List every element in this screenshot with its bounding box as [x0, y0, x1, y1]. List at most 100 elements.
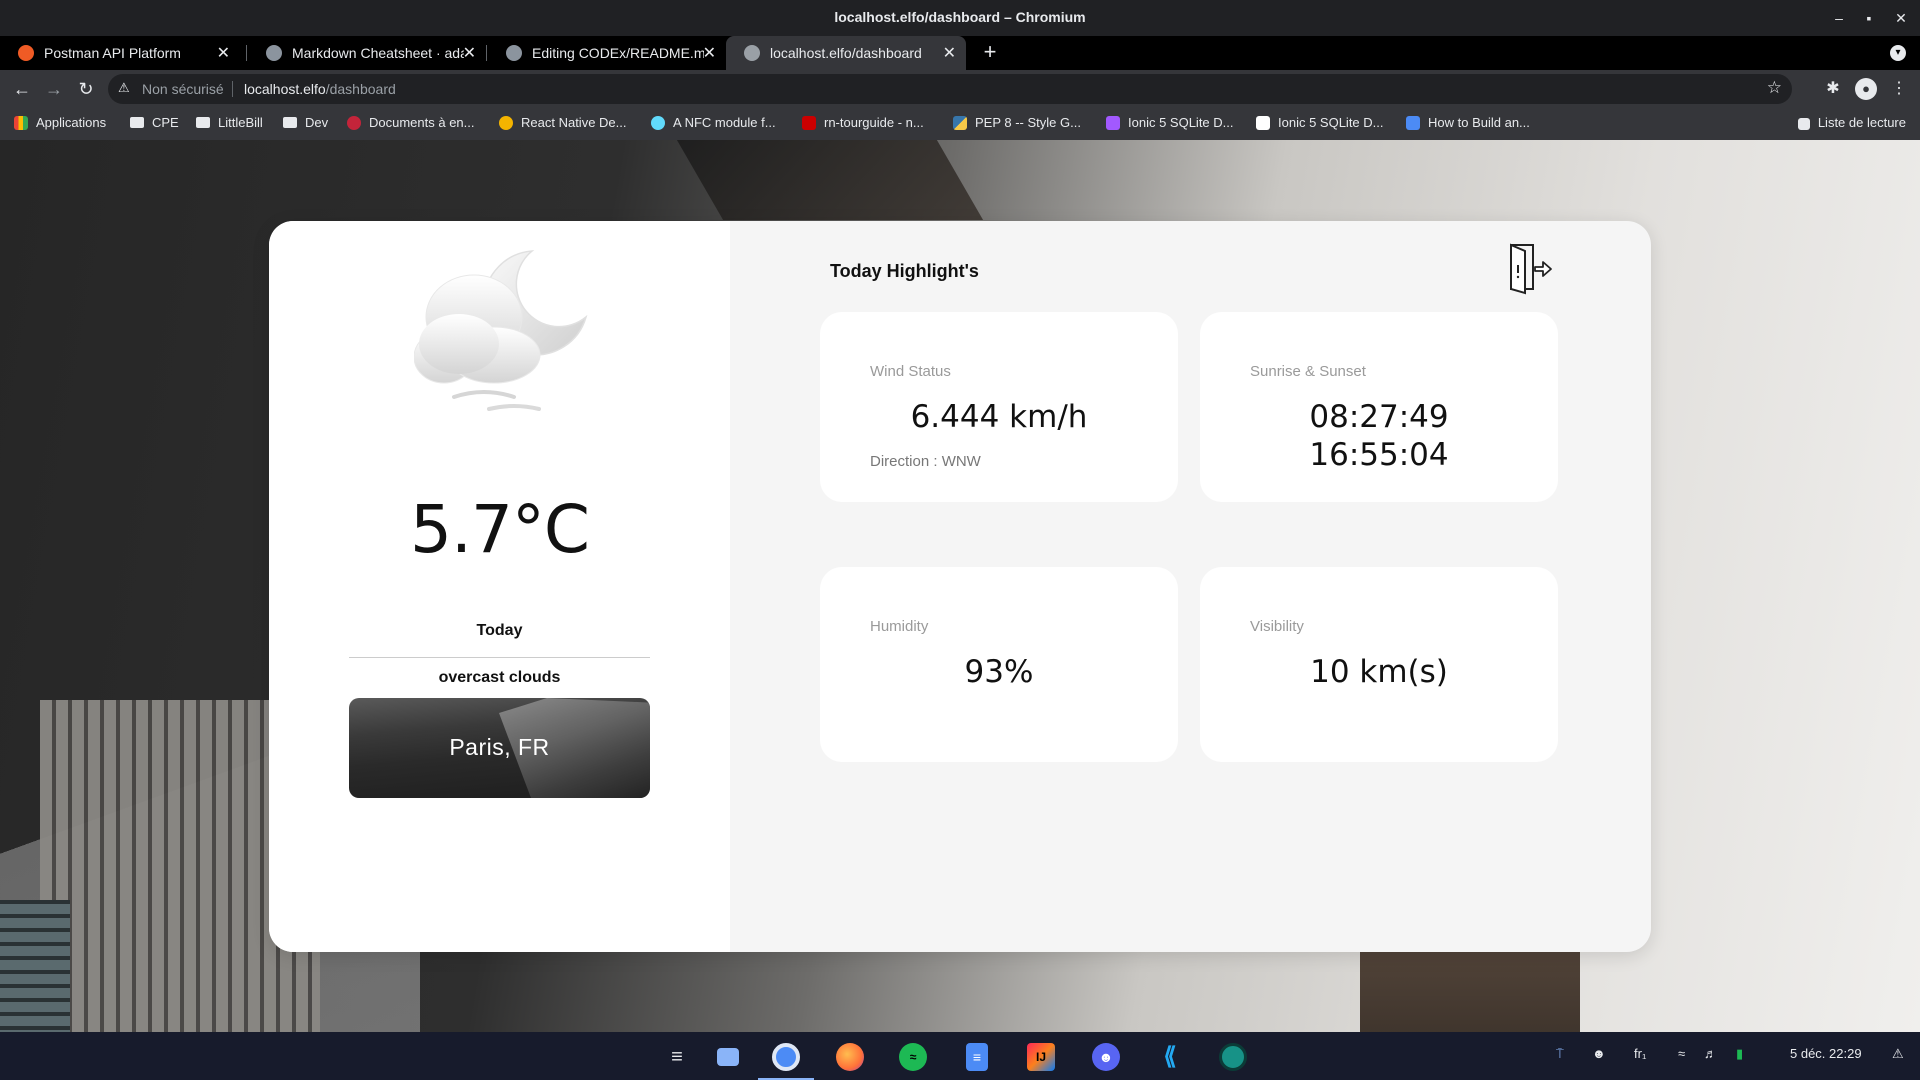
bookmark-pep8[interactable]: PEP 8 -- Style G...	[953, 108, 1081, 140]
apps-grid-icon	[14, 116, 28, 130]
browser-toolbar: ← → ↻ ⚠ Non sécurisé localhost.elfo/dash…	[0, 70, 1920, 108]
humidity-value: 93%	[964, 654, 1034, 690]
bookmark-applications[interactable]: Applications	[14, 108, 106, 140]
security-label[interactable]: Non sécurisé	[142, 81, 224, 97]
visibility-tile: Visibility 10 km(s)	[1200, 567, 1558, 762]
files-icon[interactable]	[717, 1048, 739, 1066]
notifications-icon[interactable]: ⚠	[1892, 1046, 1904, 1062]
bookmark-folder-dev[interactable]: Dev	[283, 108, 328, 140]
text-editor-icon[interactable]: ≡	[966, 1043, 988, 1071]
cloud-moon-icon	[414, 250, 588, 411]
taskbar: ≡ ≈ ≡ IJ ☻ ⟪ ⍑ ☻ fr₁ ≈ ♬ ▮ 5 déc. 22:29 …	[0, 1032, 1920, 1080]
reading-list-icon	[1797, 118, 1810, 130]
day-label: Today	[476, 622, 523, 639]
tab-label: localhost.elfo/dashboard	[770, 45, 922, 61]
menu-icon[interactable]: ⋮	[1888, 78, 1910, 100]
sunrise-sunset-label: Sunrise & Sunset	[1250, 363, 1366, 380]
highlights-title: Today Highlight's	[830, 261, 979, 281]
tab-editing-readme[interactable]: Editing CODEx/README.md ✕	[488, 36, 726, 70]
github-icon	[506, 45, 522, 61]
npm-icon	[802, 116, 816, 130]
window-title: localhost.elfo/dashboard – Chromium	[834, 9, 1086, 25]
city-card[interactable]: Paris, FR	[349, 698, 650, 798]
page-viewport: 5.7°C Today overcast clouds Paris, FR To…	[0, 140, 1920, 1032]
sunset-time: 16:55:04	[1309, 437, 1449, 473]
warning-icon[interactable]: ⚠	[118, 80, 130, 96]
bookmark-folder-cpe[interactable]: CPE	[130, 108, 179, 140]
wind-status-tile: Wind Status 6.444 km/h Direction : WNW	[820, 312, 1178, 502]
bookmark-rn-tourguide[interactable]: rn-tourguide - n...	[802, 108, 924, 140]
tab-search-icon[interactable]: ▾	[1890, 45, 1906, 61]
gitkraken-icon[interactable]	[1219, 1043, 1247, 1071]
bookmark-how-to-build[interactable]: How to Build an...	[1406, 108, 1530, 140]
logout-icon[interactable]	[1499, 243, 1553, 295]
postman-icon	[18, 45, 34, 61]
firefox-icon[interactable]	[836, 1043, 864, 1071]
window-titlebar: localhost.elfo/dashboard – Chromium – ▪ …	[0, 0, 1920, 36]
address-bar[interactable]: ⚠ Non sécurisé localhost.elfo/dashboard …	[108, 74, 1792, 104]
site-icon	[1406, 116, 1420, 130]
bluetooth-icon[interactable]: ⍑	[1556, 1046, 1564, 1062]
tab-postman[interactable]: Postman API Platform ✕	[0, 36, 240, 70]
reload-icon[interactable]: ↻	[72, 75, 100, 103]
tab-markdown-cheatsheet[interactable]: Markdown Cheatsheet · adam-p/markdown-he…	[248, 36, 486, 70]
tab-label: Postman API Platform	[44, 45, 181, 61]
site-icon	[347, 116, 361, 130]
volume-icon[interactable]: ♬	[1704, 1046, 1717, 1061]
extensions-icon[interactable]: ✱	[1822, 78, 1844, 100]
react-icon	[651, 116, 665, 130]
reading-list-button[interactable]: Liste de lecture	[1797, 108, 1906, 140]
bookmark-star-icon[interactable]: ☆	[1767, 78, 1782, 98]
close-tab-icon[interactable]: ✕	[943, 43, 956, 63]
close-tab-icon[interactable]: ✕	[703, 43, 716, 63]
discord-tray-icon[interactable]: ☻	[1592, 1046, 1606, 1061]
bookmark-documents[interactable]: Documents à en...	[347, 108, 475, 140]
wind-direction: Direction : WNW	[870, 453, 981, 470]
vscode-icon[interactable]: ⟪	[1156, 1043, 1184, 1071]
sunrise-sunset-tile: Sunrise & Sunset 08:27:49 16:55:04	[1200, 312, 1558, 502]
folder-icon	[283, 117, 297, 128]
intellij-icon[interactable]: IJ	[1027, 1043, 1055, 1071]
bookmark-react-native[interactable]: React Native De...	[499, 108, 627, 140]
clock[interactable]: 5 déc. 22:29	[1790, 1046, 1862, 1061]
close-tab-icon[interactable]: ✕	[217, 43, 230, 63]
folder-icon	[196, 117, 210, 128]
spotify-icon[interactable]: ≈	[899, 1043, 927, 1071]
github-icon	[266, 45, 282, 61]
site-icon	[499, 116, 513, 130]
bookmark-ionic-sqlite-2[interactable]: Ionic 5 SQLite D...	[1256, 108, 1384, 140]
minimize-icon[interactable]: –	[1822, 0, 1856, 36]
url-text[interactable]: localhost.elfo/dashboard	[244, 81, 396, 97]
tab-strip: Postman API Platform ✕ Markdown Cheatshe…	[0, 36, 1920, 70]
wifi-icon[interactable]: ≈	[1678, 1046, 1685, 1061]
wind-speed-value: 6.444 km/h	[910, 399, 1088, 435]
city-name: Paris, FR	[449, 734, 550, 760]
maximize-icon[interactable]: ▪	[1852, 0, 1886, 36]
keyboard-layout[interactable]: fr₁	[1634, 1046, 1646, 1061]
bookmark-folder-littlebill[interactable]: LittleBill	[196, 108, 263, 140]
new-tab-button[interactable]: +	[976, 39, 1004, 67]
bookmarks-bar: Applications CPE LittleBill Dev Document…	[0, 108, 1920, 140]
visibility-label: Visibility	[1250, 618, 1304, 635]
zorin-menu-icon[interactable]: ≡	[663, 1043, 691, 1071]
humidity-tile: Humidity 93%	[820, 567, 1178, 762]
chromium-icon[interactable]	[772, 1043, 800, 1071]
close-tab-icon[interactable]: ✕	[463, 43, 476, 63]
close-window-icon[interactable]: ✕	[1884, 0, 1918, 36]
globe-icon	[744, 45, 760, 61]
profile-avatar[interactable]: ●	[1855, 78, 1877, 100]
discord-icon[interactable]: ☻	[1092, 1043, 1120, 1071]
bookmark-nfc-module[interactable]: A NFC module f...	[651, 108, 776, 140]
weather-description: overcast clouds	[438, 669, 561, 686]
folder-icon	[130, 117, 144, 128]
battery-icon[interactable]: ▮	[1736, 1046, 1743, 1062]
python-icon	[953, 116, 967, 130]
current-weather-panel: 5.7°C Today overcast clouds Paris, FR	[269, 221, 730, 952]
tab-dashboard[interactable]: localhost.elfo/dashboard ✕	[726, 36, 966, 70]
bookmark-ionic-sqlite-1[interactable]: Ionic 5 SQLite D...	[1106, 108, 1234, 140]
back-icon[interactable]: ←	[8, 75, 36, 103]
forward-icon[interactable]: →	[40, 75, 68, 103]
sunrise-time: 08:27:49	[1309, 399, 1449, 435]
tab-label: Editing CODEx/README.md	[532, 45, 704, 61]
temperature: 5.7°C	[409, 491, 590, 568]
